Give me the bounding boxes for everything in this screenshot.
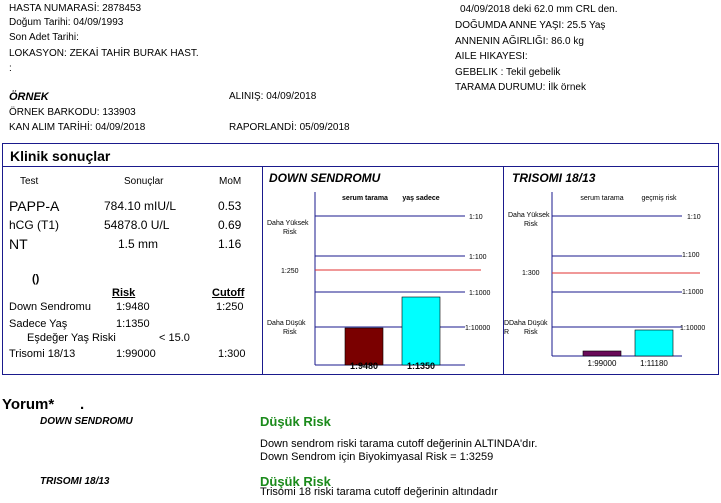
down-comment-text-1: Down sendrom riski tarama cutoff değerin… bbox=[260, 438, 538, 450]
tri-low-risk-prefix2: R bbox=[504, 329, 509, 336]
test-name-hcg: hCG (T1) bbox=[9, 218, 60, 232]
down-chart-title: DOWN SENDROMU bbox=[269, 171, 381, 185]
tri-low-risk-2: Risk bbox=[524, 329, 538, 336]
risk-name-age: Sadece Yaş bbox=[9, 318, 68, 330]
down-syndrome-chart: DOWN SENDROMU serum tarama yaş sadece 1:… bbox=[267, 171, 491, 371]
maternal-weight: ANNENIN AĞIRLIĞI: 86.0 kg bbox=[455, 36, 584, 47]
down-high-risk-1: Daha Yüksek bbox=[267, 220, 309, 227]
clinical-title: Klinik sonuçlar bbox=[10, 148, 111, 164]
risk-name-down: Down Sendromu bbox=[9, 301, 91, 313]
risk-value-trisomy: 1:99000 bbox=[116, 348, 156, 360]
tri-bar-history bbox=[634, 329, 674, 357]
down-bar-label-age: 1:1350 bbox=[407, 361, 435, 371]
risk-name-trisomy: Trisomi 18/13 bbox=[9, 348, 76, 360]
tri-low-risk-1: Daha Düşük bbox=[509, 320, 548, 327]
down-bar-age bbox=[401, 296, 441, 366]
cutoff-trisomy: 1:300 bbox=[218, 348, 246, 360]
comments-heading: Yorum* bbox=[2, 396, 55, 413]
result-nt: 1.5 mm bbox=[118, 237, 159, 251]
down-low-risk-2: Risk bbox=[283, 329, 297, 336]
risk-value-down: 1:9480 bbox=[116, 301, 150, 313]
collection-date: KAN ALIM TARİHİ: 04/09/2018 bbox=[9, 122, 146, 133]
test-name-pappa: PAPP-A bbox=[9, 198, 60, 214]
tri-high-risk-2: Risk bbox=[524, 221, 538, 228]
tri-comment-label: TRISOMI 18/13 bbox=[40, 476, 110, 487]
mom-hcg: 0.69 bbox=[218, 218, 242, 232]
down-high-risk-2: Risk bbox=[283, 229, 297, 236]
trisomy-chart: TRISOMI 18/13 serum tarama geçmiş risk 1… bbox=[504, 171, 705, 368]
down-comment-risk: Düşük Risk bbox=[260, 414, 331, 429]
header-mom: MoM bbox=[219, 176, 242, 187]
maternal-age: DOĞUMDA ANNE YAŞI: 25.5 Yaş bbox=[455, 20, 606, 31]
test-name-nt: NT bbox=[9, 236, 28, 252]
down-scale-10000: 1:10000 bbox=[465, 325, 490, 332]
crl-line: 04/09/2018 deki 62.0 mm CRL den. bbox=[460, 4, 618, 15]
down-comment-text-2: Down Sendrom için Biyokimyasal Risk = 1:… bbox=[260, 451, 494, 463]
sample-barcode: ÖRNEK BARKODU: 133903 bbox=[9, 107, 136, 118]
down-comment-label: DOWN SENDROMU bbox=[40, 416, 133, 427]
tri-bar-label-serum: 1:99000 bbox=[588, 359, 617, 368]
last-period: Son Adet Tarihi: bbox=[9, 32, 79, 43]
result-hcg: 54878.0 U/L bbox=[104, 218, 170, 232]
reported-date: RAPORLANDİ: 05/09/2018 bbox=[229, 122, 350, 133]
mom-pappa: 0.53 bbox=[218, 199, 242, 213]
tri-scale-1000: 1:1000 bbox=[682, 289, 704, 296]
tri-bar-label-history: 1:11180 bbox=[640, 359, 668, 368]
tri-scale-100: 1:100 bbox=[682, 252, 700, 259]
down-bar-label-serum: 1:9480 bbox=[350, 361, 378, 371]
risk-header: Risk bbox=[112, 287, 136, 299]
tri-chart-title: TRISOMI 18/13 bbox=[512, 171, 596, 185]
paren-mark: () bbox=[32, 273, 40, 285]
header-result: Sonuçlar bbox=[124, 176, 164, 187]
comments-dot: . bbox=[80, 396, 85, 413]
colon-line: : bbox=[9, 63, 12, 74]
down-cat-age: yaş sadece bbox=[402, 195, 439, 202]
mom-nt: 1.16 bbox=[218, 237, 242, 251]
tri-scale-10: 1:10 bbox=[687, 214, 701, 221]
down-bar-serum bbox=[344, 327, 384, 366]
sample-heading: ÖRNEK bbox=[9, 91, 49, 103]
date-of-birth: Doğum Tarihi: 04/09/1993 bbox=[9, 17, 124, 28]
risk-name-equiv: Eşdeğer Yaş Riski bbox=[27, 332, 116, 344]
header-test: Test bbox=[20, 176, 39, 187]
down-cat-serum: serum tarama bbox=[342, 195, 388, 202]
risk-value-equiv: < 15.0 bbox=[159, 332, 190, 344]
family-history: AILE HIKAYESI: bbox=[455, 51, 528, 62]
down-scale-1000: 1:1000 bbox=[469, 290, 491, 297]
cutoff-header: Cutoff bbox=[212, 287, 245, 299]
risk-value-age: 1:1350 bbox=[116, 318, 150, 330]
tri-bar-serum bbox=[582, 350, 622, 357]
screening-status: TARAMA DURUMU: İlk örnek bbox=[455, 82, 586, 93]
tri-cutoff-label: 1:300 bbox=[522, 270, 540, 277]
down-low-risk-1: Daha Düşük bbox=[267, 320, 306, 327]
received-date: ALINIŞ: 04/09/2018 bbox=[229, 91, 317, 102]
tri-scale-10000: 1:10000 bbox=[680, 325, 705, 332]
result-pappa: 784.10 mIU/L bbox=[104, 199, 177, 213]
location: LOKASYON: ZEKAİ TAHİR BURAK HAST. bbox=[9, 48, 199, 59]
cutoff-down: 1:250 bbox=[216, 301, 244, 313]
gestation: GEBELIK : Tekil gebelik bbox=[455, 67, 561, 78]
tri-cat-history: geçmiş risk bbox=[641, 195, 677, 202]
down-scale-10: 1:10 bbox=[469, 214, 483, 221]
down-scale-100: 1:100 bbox=[469, 254, 487, 261]
tri-high-risk-1: Daha Yüksek bbox=[508, 212, 550, 219]
down-cutoff-label: 1:250 bbox=[281, 268, 299, 275]
tri-comment-text-1: Trisomi 18 riski tarama cutoff değerinin… bbox=[260, 486, 498, 498]
tri-cat-serum: serum tarama bbox=[580, 195, 623, 202]
patient-id: HASTA NUMARASİ: 2878453 bbox=[9, 3, 142, 14]
